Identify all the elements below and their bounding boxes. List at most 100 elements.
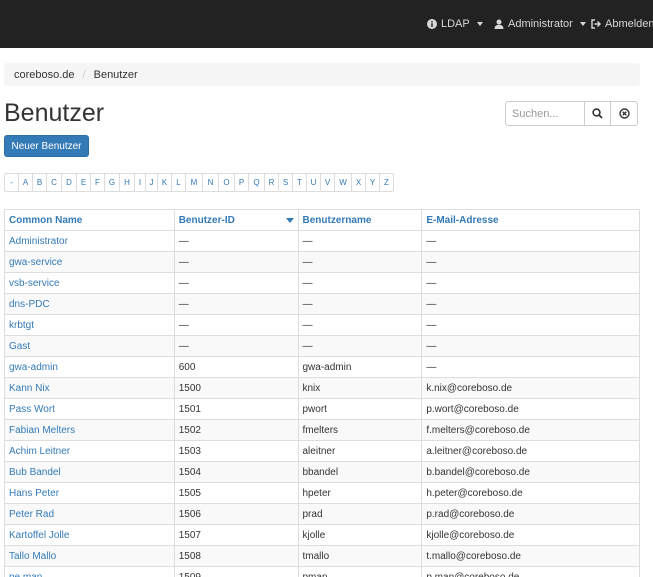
letter-filter-s[interactable]: S	[278, 173, 293, 192]
table-row[interactable]: Kartoffel Jolle 1507 kjolle kjolle@coreboso…	[4, 524, 640, 546]
letter-filter-o[interactable]: O	[218, 173, 235, 192]
cell-username: knix	[297, 377, 423, 399]
cell-common-name[interactable]: pe man	[4, 566, 175, 577]
cell-email: —	[421, 272, 640, 294]
table-row[interactable]: pe man 1509 pman p.man@coreboso.de	[4, 566, 640, 577]
letter-filter-u[interactable]: U	[306, 173, 321, 192]
letter-filter-w[interactable]: W	[334, 173, 352, 192]
cell-username: pman	[297, 566, 423, 577]
cell-common-name[interactable]: krbtgt	[4, 314, 175, 336]
letter-filter-dash[interactable]: -	[4, 173, 19, 192]
letter-filter-b[interactable]: B	[32, 173, 47, 192]
new-user-button[interactable]: Neuer Benutzer	[4, 135, 89, 157]
table-row[interactable]: krbtgt — — —	[4, 314, 640, 336]
letter-filter-y[interactable]: Y	[365, 173, 380, 192]
table-row[interactable]: Administrator — — —	[4, 230, 640, 252]
table-row[interactable]: Pass Wort 1501 pwort p.wort@coreboso.de	[4, 398, 640, 420]
cell-common-name[interactable]: gwa-service	[4, 251, 175, 273]
table-row[interactable]: gwa-service — — —	[4, 251, 640, 273]
cell-username: —	[297, 335, 423, 357]
cell-user-id: —	[173, 230, 299, 252]
table-row[interactable]: Gast — — —	[4, 335, 640, 357]
cell-common-name[interactable]: Kann Nix	[4, 377, 175, 399]
cell-common-name[interactable]: Gast	[4, 335, 175, 357]
cell-email: t.mallo@coreboso.de	[421, 545, 640, 567]
cell-common-name[interactable]: Hans Peter	[4, 482, 175, 504]
letter-filter-n[interactable]: N	[202, 173, 219, 192]
column-header-user-id[interactable]: Benutzer-ID	[173, 209, 299, 231]
letter-filter-f[interactable]: F	[90, 173, 105, 192]
letter-filter-z[interactable]: Z	[379, 173, 394, 192]
cell-common-name[interactable]: Bub Bandel	[4, 461, 175, 483]
table-row[interactable]: Peter Rad 1506 prad p.rad@coreboso.de	[4, 503, 640, 525]
letter-filter-k[interactable]: K	[157, 173, 172, 192]
cell-common-name[interactable]: Fabian Melters	[4, 419, 175, 441]
table-row[interactable]: Kann Nix 1500 knix k.nix@coreboso.de	[4, 377, 640, 399]
reset-search-button[interactable]	[611, 101, 638, 126]
cell-email: p.wort@coreboso.de	[421, 398, 640, 420]
logout-icon	[591, 19, 601, 29]
cell-user-id: 1506	[173, 503, 299, 525]
cell-common-name[interactable]: Tallo Mallo	[4, 545, 175, 567]
cell-email: b.bandel@coreboso.de	[421, 461, 640, 483]
user-menu[interactable]: Administrator	[494, 0, 586, 48]
letter-filter-l[interactable]: L	[171, 173, 186, 192]
column-header-email[interactable]: E-Mail-Adresse	[421, 209, 640, 231]
cell-common-name[interactable]: vsb-service	[4, 272, 175, 294]
cell-common-name[interactable]: dns-PDC	[4, 293, 175, 315]
letter-filter-r[interactable]: R	[264, 173, 279, 192]
logout-label: Abmelden	[605, 18, 653, 30]
cell-email: p.man@coreboso.de	[421, 566, 640, 577]
cell-email: —	[421, 251, 640, 273]
cell-username: fmelters	[297, 419, 423, 441]
search-button[interactable]	[585, 101, 611, 126]
users-table: Common Name Benutzer-ID Benutzername E-M…	[4, 209, 640, 577]
table-row[interactable]: Bub Bandel 1504 bbandel b.bandel@coreboso.d…	[4, 461, 640, 483]
search-icon	[592, 108, 603, 119]
top-navbar: LDAP Administrator Abmelden	[0, 0, 653, 48]
table-row[interactable]: gwa-admin 600 gwa-admin —	[4, 356, 640, 378]
cell-common-name[interactable]: Pass Wort	[4, 398, 175, 420]
cell-email: p.rad@coreboso.de	[421, 503, 640, 525]
letter-filter-d[interactable]: D	[61, 173, 77, 192]
table-row[interactable]: Hans Peter 1505 hpeter h.peter@coreboso.de	[4, 482, 640, 504]
letter-filter-x[interactable]: X	[351, 173, 366, 192]
table-row[interactable]: dns-PDC — — —	[4, 293, 640, 315]
cell-common-name[interactable]: Achim Leitner	[4, 440, 175, 462]
cell-user-id: 1501	[173, 398, 299, 420]
cell-username: pwort	[297, 398, 423, 420]
cell-email: —	[421, 335, 640, 357]
letter-filter-h[interactable]: H	[119, 173, 135, 192]
letter-filter-e[interactable]: E	[76, 173, 91, 192]
letter-filter-c[interactable]: C	[46, 173, 62, 192]
table-row[interactable]: Achim Leitner 1503 aleitner a.leitner@coreb…	[4, 440, 640, 462]
table-row[interactable]: vsb-service — — —	[4, 272, 640, 294]
column-header-username[interactable]: Benutzername	[297, 209, 423, 231]
cell-username: bbandel	[297, 461, 423, 483]
logout-link[interactable]: Abmelden	[591, 0, 653, 48]
cell-common-name[interactable]: gwa-admin	[4, 356, 175, 378]
search-input[interactable]	[505, 101, 585, 126]
letter-filter-v[interactable]: V	[320, 173, 335, 192]
cell-common-name[interactable]: Kartoffel Jolle	[4, 524, 175, 546]
cell-common-name[interactable]: Administrator	[4, 230, 175, 252]
letter-filter-g[interactable]: G	[104, 173, 120, 192]
column-header-common-name[interactable]: Common Name	[4, 209, 175, 231]
cell-email: —	[421, 230, 640, 252]
letter-filter-t[interactable]: T	[292, 173, 307, 192]
user-icon	[494, 19, 504, 29]
table-row[interactable]: Fabian Melters 1502 fmelters f.melters@core…	[4, 419, 640, 441]
cell-username: tmallo	[297, 545, 423, 567]
breadcrumb-separator: /	[82, 68, 86, 81]
letter-filter-a[interactable]: A	[18, 173, 33, 192]
cell-email: k.nix@coreboso.de	[421, 377, 640, 399]
letter-filter-p[interactable]: P	[234, 173, 249, 192]
letter-filter-q[interactable]: Q	[248, 173, 265, 192]
breadcrumb-home[interactable]: coreboso.de	[14, 69, 75, 81]
ldap-menu[interactable]: LDAP	[427, 0, 483, 48]
cell-email: —	[421, 356, 640, 378]
table-row[interactable]: Tallo Mallo 1508 tmallo t.mallo@coreboso.de	[4, 545, 640, 567]
letter-filter-m[interactable]: M	[185, 173, 203, 192]
cell-user-id: 1507	[173, 524, 299, 546]
cell-common-name[interactable]: Peter Rad	[4, 503, 175, 525]
